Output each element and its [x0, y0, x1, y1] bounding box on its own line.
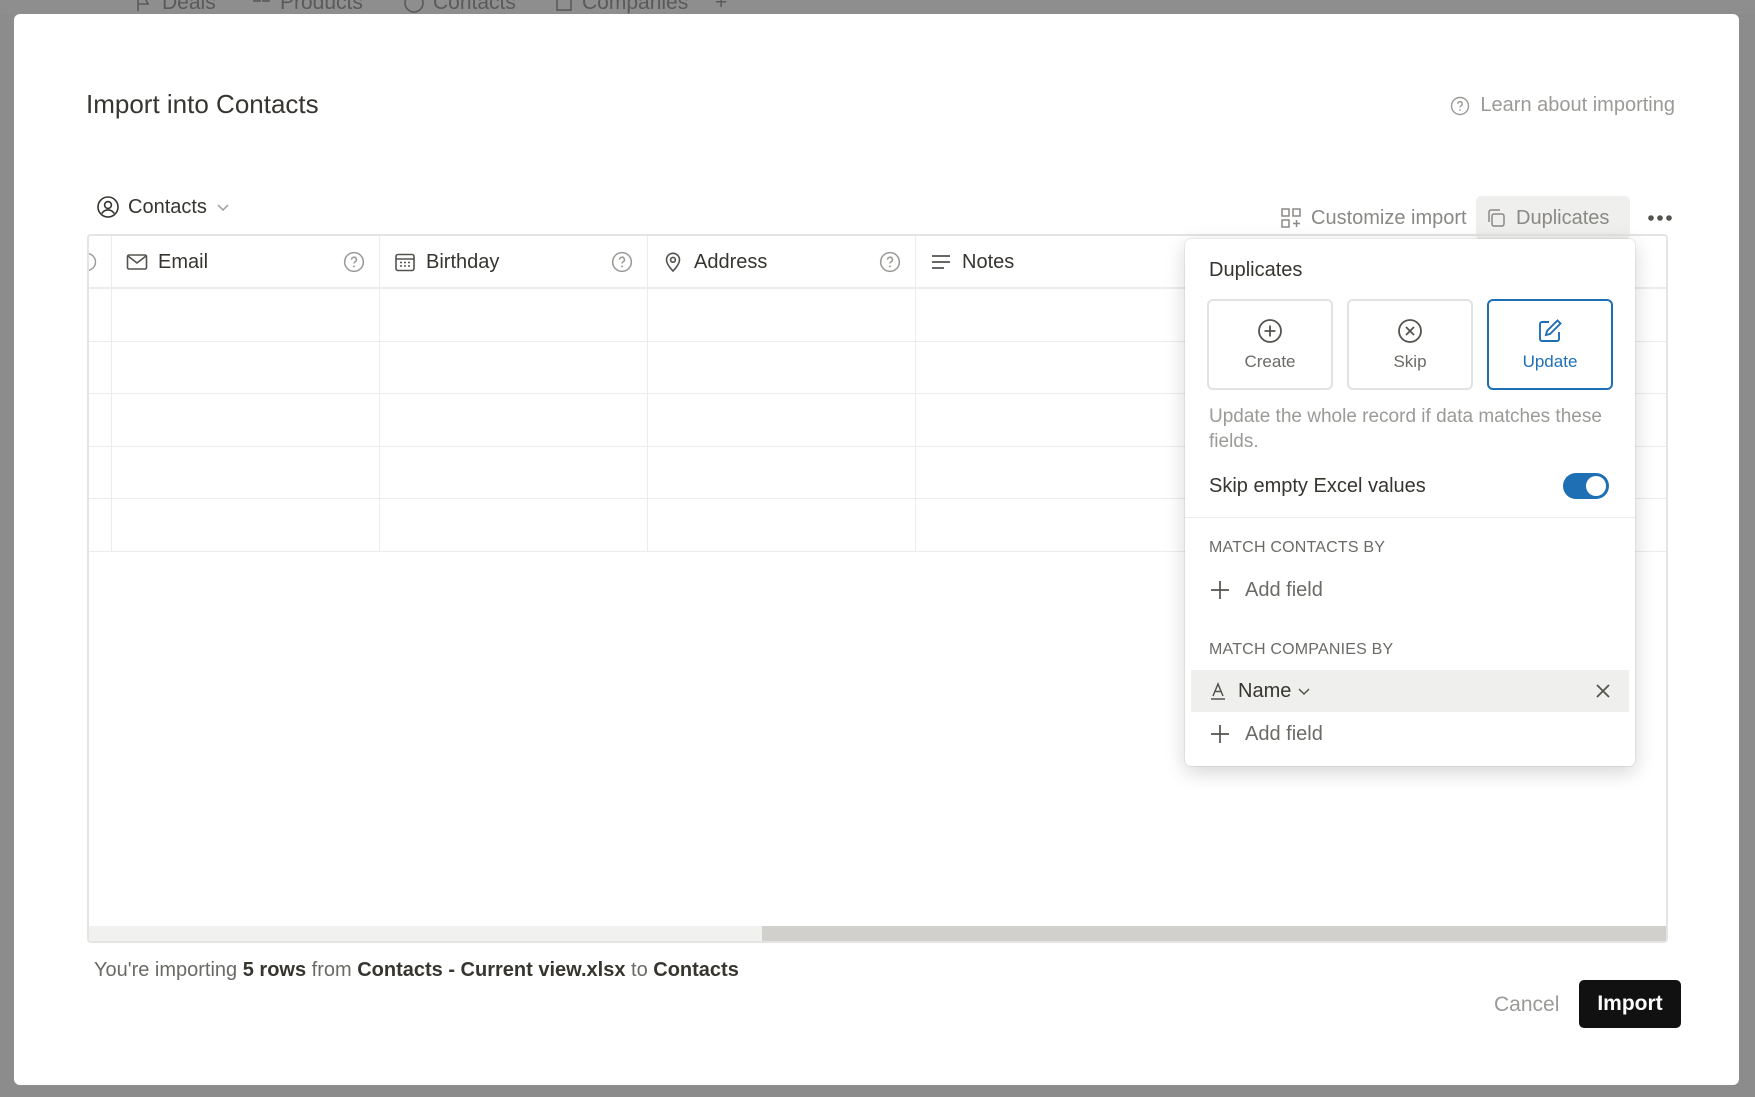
option-label: Skip [1393, 352, 1427, 371]
bg-tab-products: Products [252, 0, 363, 14]
mail-icon [126, 254, 148, 270]
popover-title: Duplicates [1209, 259, 1303, 281]
database-selector[interactable]: Contacts [96, 190, 231, 224]
duplicate-option-skip[interactable]: Skip [1347, 299, 1473, 390]
location-pin-icon [665, 252, 681, 273]
chevron-down-icon[interactable] [1296, 683, 1312, 699]
summary-row-count: 5 rows [242, 959, 307, 981]
column-header-notes[interactable]: Notes [929, 236, 1014, 288]
popover-divider [1185, 517, 1635, 518]
building-icon [556, 0, 572, 11]
learn-link-label: Learn about importing [1480, 94, 1675, 116]
close-icon[interactable] [1593, 681, 1613, 701]
bg-tab-contacts: Contacts [403, 0, 516, 14]
database-selector-label: Contacts [128, 195, 207, 218]
help-circle-icon[interactable] [343, 251, 365, 273]
bg-tab-label: Companies [582, 0, 689, 14]
option-label: Create [1244, 352, 1296, 371]
plus-icon: + [715, 0, 728, 14]
copy-icon [1488, 209, 1505, 227]
customize-import-label: Customize import [1311, 206, 1467, 229]
person-circle-icon [404, 0, 424, 13]
bg-tab-label: Contacts [433, 0, 516, 14]
column-header-email[interactable]: Email [125, 236, 208, 288]
help-circle-icon[interactable] [611, 251, 633, 273]
help-circle-icon [89, 253, 97, 271]
learn-about-importing-link[interactable]: Learn about importing [1450, 94, 1675, 117]
duplicates-description: Update the whole record if data matches … [1209, 406, 1602, 452]
scrollbar-thumb[interactable] [762, 926, 1666, 941]
add-field-label: Add field [1245, 722, 1323, 745]
add-field-label: Add field [1245, 578, 1323, 601]
column-header-label: Address [694, 250, 768, 273]
person-circle-icon [97, 196, 119, 218]
column-header-birthday[interactable]: Birthday [393, 236, 499, 288]
grid-icon [253, 0, 270, 2]
skip-empty-values-row: Skip empty Excel values [1209, 473, 1609, 499]
customize-grid-icon [1281, 208, 1301, 228]
column-header-label: Notes [962, 250, 1015, 273]
modal-title: Import into Contacts [86, 89, 319, 119]
bg-tab-label: Products [280, 0, 363, 14]
duplicates-popover: Duplicates Create Skip Update Update the… [1185, 239, 1635, 766]
skip-empty-values-toggle[interactable] [1563, 473, 1609, 499]
bg-tab-deals: Deals [134, 0, 216, 14]
bg-tab-companies: Companies [554, 0, 688, 14]
help-circle-icon[interactable] [879, 251, 901, 273]
summary-from: from [311, 959, 352, 981]
flag-icon [137, 0, 150, 11]
column-header-label: Birthday [426, 250, 500, 273]
duplicates-button-label: Duplicates [1516, 206, 1610, 229]
plus-icon [1211, 581, 1229, 599]
column-header-address[interactable]: Address [661, 236, 767, 288]
skip-empty-values-label: Skip empty Excel values [1209, 474, 1426, 497]
text-lines-icon [932, 255, 950, 269]
help-circle-icon [1451, 96, 1470, 115]
cancel-button[interactable]: Cancel [1480, 982, 1573, 1028]
add-field-contacts-button[interactable]: Add field [1209, 575, 1323, 605]
bg-tab-label: Deals [162, 0, 216, 14]
more-horizontal-icon [1648, 215, 1672, 221]
import-modal: Import into Contacts Learn about importi… [14, 14, 1739, 1085]
column-header-label: Email [158, 250, 209, 273]
add-field-companies-button[interactable]: Add field [1209, 719, 1323, 749]
import-button[interactable]: Import [1579, 980, 1681, 1028]
import-summary: You're importing 5 rows from Contacts - … [94, 959, 739, 982]
plus-circle-icon [1258, 319, 1282, 343]
summary-prefix: You're importing [94, 959, 238, 981]
match-companies-heading: MATCH COMPANIES BY [1209, 641, 1394, 658]
summary-to: to [631, 959, 648, 981]
summary-file-name: Contacts - Current view.xlsx [357, 959, 626, 981]
duplicate-option-create[interactable]: Create [1207, 299, 1333, 390]
duplicate-option-update[interactable]: Update [1487, 299, 1613, 390]
match-field-row[interactable]: Name [1191, 670, 1629, 712]
background-tab-bar: Deals Products Contacts Companies + [0, 0, 1755, 14]
summary-destination: Contacts [653, 959, 739, 981]
match-contacts-heading: MATCH CONTACTS BY [1209, 539, 1386, 556]
more-options-button[interactable] [1642, 198, 1678, 238]
chevron-down-icon [217, 204, 229, 212]
plus-icon [1211, 725, 1229, 743]
x-circle-icon [1398, 319, 1422, 343]
horizontal-scrollbar[interactable] [89, 926, 1666, 941]
option-label: Update [1522, 352, 1578, 371]
calendar-icon [395, 253, 415, 272]
text-type-icon [1211, 682, 1225, 700]
edit-icon [1539, 319, 1562, 342]
match-field-name: Name [1238, 679, 1292, 702]
